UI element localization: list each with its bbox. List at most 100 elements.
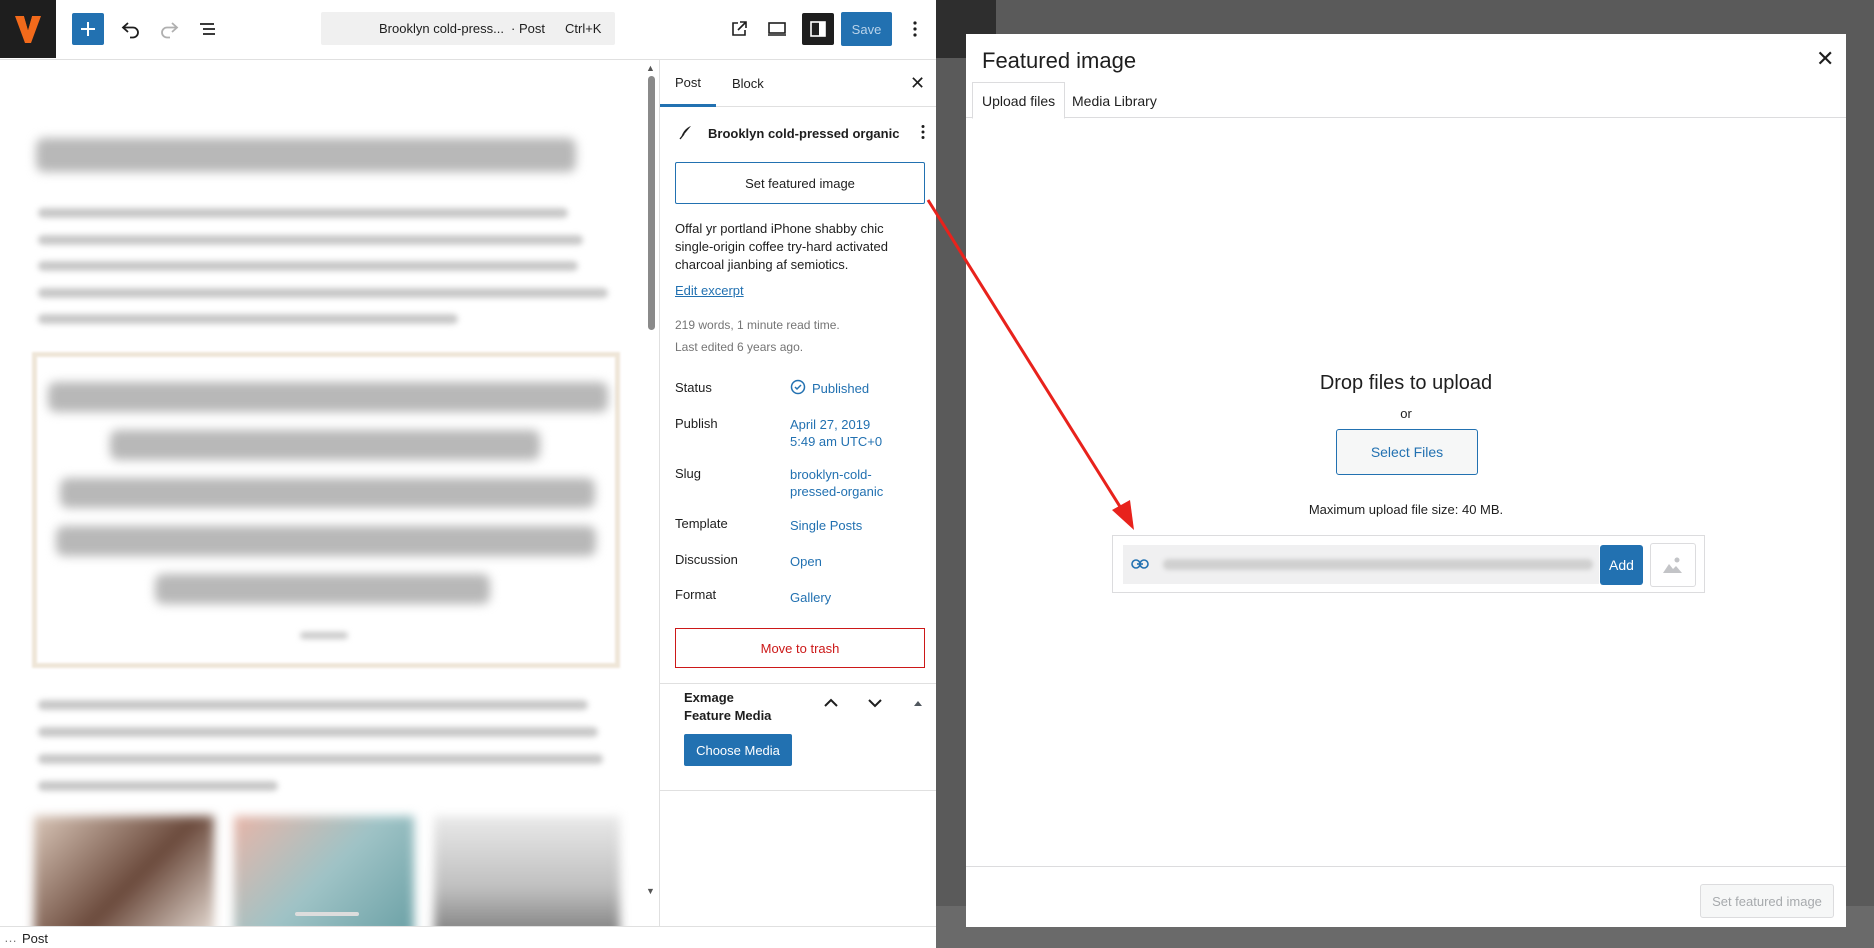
editor-canvas[interactable] xyxy=(0,60,650,926)
blurred-quote-line xyxy=(60,478,595,508)
site-logo[interactable] xyxy=(0,0,56,58)
modal-title: Featured image xyxy=(982,48,1137,73)
move-to-trash-button[interactable]: Move to trash xyxy=(675,628,925,668)
publish-time-value[interactable]: 5:49 am UTC+0 xyxy=(790,433,882,450)
blurred-quote-line xyxy=(56,526,596,556)
block-editor: Brooklyn cold-press... · Post Ctrl+K Sav… xyxy=(0,0,936,948)
modal-footer: Set featured image xyxy=(966,866,1846,927)
external-url-box: Add xyxy=(1112,535,1705,593)
blurred-text-line xyxy=(38,288,608,298)
redo-icon xyxy=(161,22,179,39)
panel-title-line2: Feature Media xyxy=(684,708,772,723)
editor-toolbar: Brooklyn cold-press... · Post Ctrl+K Sav… xyxy=(0,0,936,60)
format-value[interactable]: Gallery xyxy=(790,589,831,606)
blurred-gallery-image xyxy=(234,816,414,926)
settings-toggle-button[interactable] xyxy=(802,13,834,45)
blurred-quote-line xyxy=(110,430,540,460)
canvas-scrollbar[interactable] xyxy=(648,76,655,330)
format-label: Format xyxy=(675,587,717,602)
command-palette-bar[interactable]: Brooklyn cold-press... · Post Ctrl+K xyxy=(321,12,615,45)
sidebar-tabs: Post Block ✕ xyxy=(660,60,936,107)
save-button[interactable]: Save xyxy=(841,12,892,46)
published-check-icon xyxy=(790,379,806,395)
discussion-label: Discussion xyxy=(675,552,738,567)
slug-value[interactable]: brooklyn-cold- xyxy=(790,466,872,483)
external-link-icon xyxy=(732,21,747,36)
blurred-text-line xyxy=(38,727,598,737)
panel-divider xyxy=(660,790,936,791)
link-icon xyxy=(1131,559,1149,569)
close-sidebar-icon[interactable]: ✕ xyxy=(910,60,925,107)
tab-media-library[interactable]: Media Library xyxy=(1063,82,1166,119)
tab-post[interactable]: Post xyxy=(660,60,716,107)
blurred-text-line xyxy=(38,754,603,764)
template-value[interactable]: Single Posts xyxy=(790,517,862,534)
blurred-text-line xyxy=(38,781,278,791)
command-bar-shortcut: Ctrl+K xyxy=(565,21,602,36)
plus-icon xyxy=(81,22,95,36)
chevron-down-icon[interactable] xyxy=(868,698,882,708)
modal-tabs: Upload files Media Library xyxy=(966,82,1846,119)
breadcrumb-post[interactable]: Post xyxy=(22,931,48,946)
slug-value-line2[interactable]: pressed-organic xyxy=(790,483,883,500)
panel-divider xyxy=(660,683,936,684)
media-modal-backdrop[interactable]: Featured image ✕ Upload files Media Libr… xyxy=(936,0,1874,948)
status-value[interactable]: Published xyxy=(812,380,869,397)
settings-sidebar: Post Block ✕ Brooklyn cold-pressed organ… xyxy=(659,60,936,926)
breadcrumb-ellipsis-icon: … xyxy=(4,930,17,945)
blurred-text-line xyxy=(38,261,578,271)
drop-files-title: Drop files to upload xyxy=(1319,372,1493,394)
resize-handle[interactable] xyxy=(295,912,359,916)
image-preview-button[interactable] xyxy=(1650,543,1696,587)
add-block-button[interactable] xyxy=(72,13,104,45)
post-summary-title: Brooklyn cold-pressed organic xyxy=(708,126,900,141)
blurred-quote-line xyxy=(155,574,490,604)
word-count: 219 words, 1 minute read time. xyxy=(675,318,840,332)
scroll-down-arrow-icon[interactable]: ▼ xyxy=(646,886,655,896)
panel-toggle-icon[interactable] xyxy=(913,700,923,707)
v-logo-icon xyxy=(15,16,41,43)
scroll-up-arrow-icon[interactable]: ▲ xyxy=(646,63,655,73)
image-placeholder-icon xyxy=(1663,557,1682,573)
chevron-up-icon[interactable] xyxy=(824,698,838,708)
blurred-gallery-image xyxy=(34,816,214,926)
or-label: or xyxy=(1400,406,1412,421)
publish-date-value[interactable]: April 27, 2019 xyxy=(790,416,870,433)
featured-image-modal: Featured image ✕ Upload files Media Libr… xyxy=(966,34,1846,927)
blurred-title xyxy=(36,138,576,172)
last-edited: Last edited 6 years ago. xyxy=(675,340,804,354)
edit-excerpt-link[interactable]: Edit excerpt xyxy=(675,282,744,299)
blurred-text-line xyxy=(38,314,458,324)
post-feather-icon xyxy=(679,126,691,140)
undo-icon xyxy=(121,22,139,39)
view-post-button[interactable] xyxy=(724,14,754,44)
blurred-text-line xyxy=(38,700,588,710)
max-upload-size: Maximum upload file size: 40 MB. xyxy=(1308,502,1504,517)
sidebar-icon xyxy=(810,21,826,37)
tab-upload-files[interactable]: Upload files xyxy=(972,82,1066,119)
select-files-button[interactable]: Select Files xyxy=(1336,429,1478,475)
tab-block[interactable]: Block xyxy=(732,60,764,107)
set-featured-image-button[interactable]: Set featured image xyxy=(675,162,925,204)
template-label: Template xyxy=(675,516,728,531)
post-actions-icon[interactable] xyxy=(920,124,926,140)
desktop-icon xyxy=(768,22,786,36)
options-menu-button[interactable] xyxy=(900,14,930,44)
discussion-value[interactable]: Open xyxy=(790,553,822,570)
document-overview-button[interactable] xyxy=(193,14,223,44)
image-url-input[interactable] xyxy=(1123,545,1599,584)
close-icon[interactable]: ✕ xyxy=(1816,46,1834,72)
set-featured-image-submit-button[interactable]: Set featured image xyxy=(1700,884,1834,918)
post-excerpt: Offal yr portland iPhone shabby chic sin… xyxy=(675,221,888,272)
undo-button[interactable] xyxy=(116,14,146,44)
blurred-gallery-image xyxy=(434,816,620,926)
redo-button[interactable] xyxy=(154,14,184,44)
blurred-url-text xyxy=(1163,559,1593,570)
panel-title-line1: Exmage xyxy=(684,690,734,705)
slug-label: Slug xyxy=(675,466,702,481)
choose-media-button[interactable]: Choose Media xyxy=(684,734,792,766)
preview-button[interactable] xyxy=(762,14,792,44)
blurred-quote-line xyxy=(48,382,608,412)
list-view-icon xyxy=(200,23,215,35)
add-url-button[interactable]: Add xyxy=(1600,545,1643,585)
